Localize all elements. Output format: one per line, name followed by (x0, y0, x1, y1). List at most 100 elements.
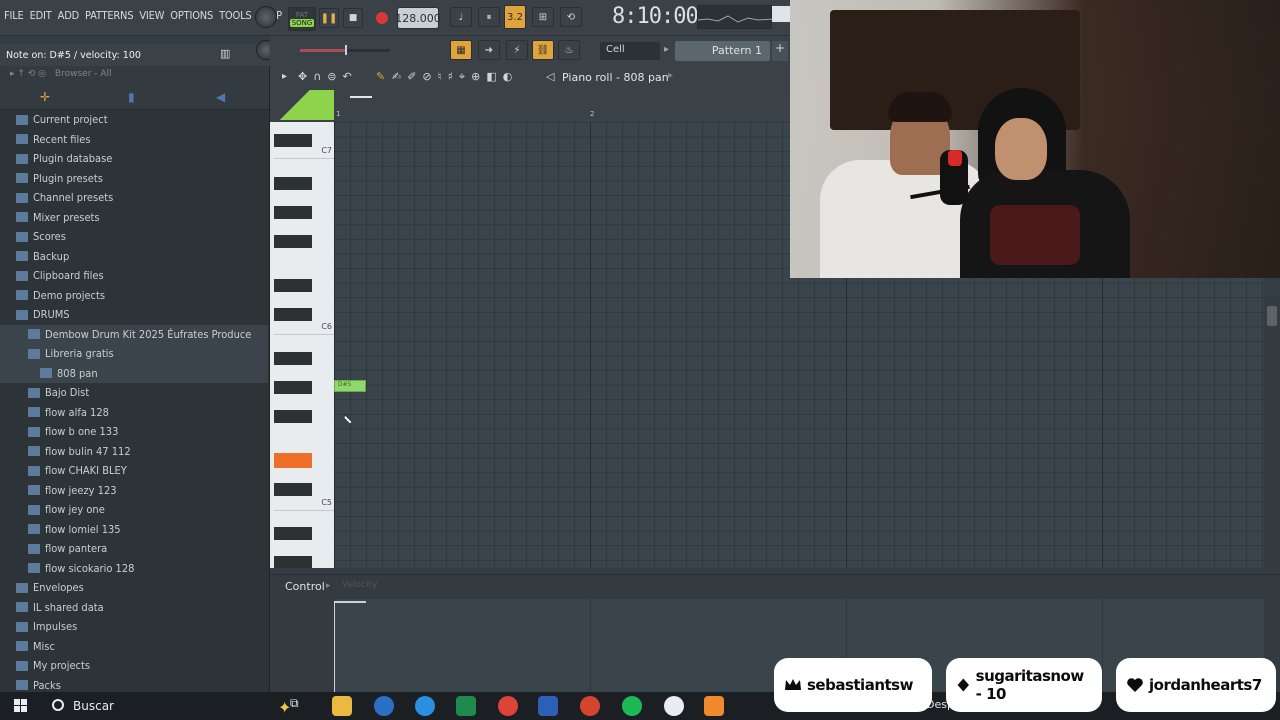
edit-tools-icons[interactable]: ✍✐⊘♮♯⌖⊕◧◐ (392, 70, 518, 84)
browser-item[interactable]: flow jey one (0, 500, 268, 520)
browser-item[interactable]: Backup (0, 247, 268, 267)
browser-item[interactable]: flow b one 133 (0, 422, 268, 442)
pattern-prev-icon[interactable]: ▸ (664, 44, 669, 55)
wait-button[interactable]: ⏸ (478, 7, 500, 27)
browser-nav-icon[interactable]: ▸ ↑ ⟲ ◎ (10, 69, 46, 79)
piano-icon[interactable]: ▥ (220, 47, 230, 60)
record-button[interactable] (372, 8, 392, 28)
pause-button[interactable]: ❚❚ (319, 8, 339, 28)
menu-tools[interactable]: TOOLS (219, 9, 252, 22)
velocity-bar[interactable] (334, 601, 366, 603)
add-folder-icon[interactable]: ✛ (40, 90, 50, 104)
black-key[interactable] (274, 410, 312, 423)
arrow-button[interactable]: ➜ (478, 40, 500, 60)
pencil-icon[interactable]: ✎ (376, 70, 390, 83)
stop-button[interactable]: ■ (343, 8, 363, 28)
browser-item[interactable]: Bajo Dist (0, 383, 268, 403)
browser-item[interactable]: Demo projects (0, 286, 268, 306)
browser-item[interactable]: flow CHAKI BLEY (0, 461, 268, 481)
control-label[interactable]: Control (285, 580, 325, 593)
excel-icon[interactable] (456, 696, 476, 716)
windows-start-icon[interactable] (14, 699, 28, 713)
browser-item[interactable]: Plugin database (0, 149, 268, 169)
speaker-icon[interactable]: ◀ (216, 90, 225, 104)
loop-record-button[interactable]: ⟲ (560, 7, 582, 27)
metronome-button[interactable]: ♩ (450, 7, 472, 27)
piano-keyboard[interactable]: C7 C6 C5 (270, 122, 334, 568)
black-key[interactable] (274, 308, 312, 321)
edge-icon[interactable] (374, 696, 394, 716)
browser-item[interactable]: flow bulin 47 112 (0, 442, 268, 462)
browser-item[interactable]: Libreria gratis (0, 344, 268, 364)
browser-item[interactable]: My projects (0, 656, 268, 676)
chrome-icon[interactable] (498, 696, 518, 716)
speaker-icon[interactable]: ◁ (546, 70, 554, 83)
loop-marker[interactable] (350, 96, 372, 98)
menu-patterns[interactable]: PATTERNS (85, 9, 133, 22)
black-key[interactable] (274, 556, 312, 568)
obs-icon[interactable] (664, 696, 684, 716)
file-icon[interactable]: ▮ (128, 90, 135, 104)
menu-add[interactable]: ADD (58, 9, 80, 22)
browser-item[interactable]: DRUMS (0, 305, 268, 325)
active-key[interactable] (274, 453, 312, 468)
black-key[interactable] (274, 527, 312, 540)
tempo-display[interactable]: 128.000 (395, 7, 441, 29)
black-key[interactable] (274, 381, 312, 394)
browser-item[interactable]: Envelopes (0, 578, 268, 598)
browser-item[interactable]: flow alfa 128 (0, 403, 268, 423)
pattern-select[interactable]: Pattern 1 (675, 41, 770, 61)
volume-slider-handle[interactable] (345, 45, 347, 55)
snap-select[interactable]: Cell (600, 42, 660, 60)
taskbar-search[interactable]: Buscar ✦ (48, 695, 291, 717)
control-arrow-icon[interactable]: ▸ (326, 581, 331, 591)
browser-item[interactable]: Recent files (0, 130, 268, 150)
black-key[interactable] (274, 483, 312, 496)
menu-edit[interactable]: EDIT (30, 9, 52, 22)
menu-view[interactable]: VIEW (139, 9, 164, 22)
fl-studio-icon[interactable] (704, 696, 724, 716)
browser-item[interactable]: Misc (0, 637, 268, 657)
plugin-button[interactable]: ⚡ (506, 40, 528, 60)
black-key[interactable] (274, 235, 312, 248)
browser-item[interactable]: Plugin presets (0, 169, 268, 189)
spotify-icon[interactable] (622, 696, 642, 716)
browser-icon[interactable] (415, 696, 435, 716)
master-volume-knob[interactable] (255, 6, 277, 28)
browser-item[interactable]: flow lomiel 135 (0, 520, 268, 540)
browser-item[interactable]: Impulses (0, 617, 268, 637)
browser-item[interactable]: Dembow Drum Kit 2025 Éufrates Produce (0, 324, 268, 344)
menu-options[interactable]: OPTIONS (170, 9, 213, 22)
task-view-icon[interactable]: ⧉ (290, 696, 310, 716)
pattern-song-toggle[interactable]: PAT SONG (288, 7, 316, 31)
browser-item[interactable]: Current project (0, 110, 268, 130)
add-pattern-button[interactable]: + (772, 41, 788, 61)
note-block[interactable]: D#5 (334, 380, 366, 392)
black-key[interactable] (274, 352, 312, 365)
menu-file[interactable]: FILE (4, 9, 24, 22)
blend-notes-button[interactable]: ⊞ (532, 7, 554, 27)
browser-item[interactable]: 808 pan (0, 363, 268, 383)
vertical-scrollbar[interactable] (1264, 296, 1280, 568)
browser-item[interactable]: flow pantera (0, 539, 268, 559)
mixer-button[interactable]: ♨ (558, 40, 580, 60)
black-key[interactable] (274, 206, 312, 219)
browser-item[interactable]: Scores (0, 227, 268, 247)
black-key[interactable] (274, 279, 312, 292)
link-button[interactable]: ⛓ (532, 40, 554, 60)
browser-item[interactable]: Channel presets (0, 188, 268, 208)
browser-item[interactable]: IL shared data (0, 598, 268, 618)
browser-item[interactable]: flow sicokario 128 (0, 559, 268, 579)
powerpoint-icon[interactable] (580, 696, 600, 716)
browser-item[interactable]: Clipboard files (0, 266, 268, 286)
file-explorer-icon[interactable] (332, 696, 352, 716)
word-icon[interactable] (538, 696, 558, 716)
piano-roll-button[interactable]: ▦ (450, 40, 472, 60)
countdown-button[interactable]: 3.2 (504, 5, 526, 29)
black-key[interactable] (274, 177, 312, 190)
black-key[interactable] (274, 134, 312, 147)
scrollbar-thumb[interactable] (1267, 306, 1277, 326)
menu-arrow-icon[interactable]: ▸ (282, 71, 287, 82)
browser-item[interactable]: flow jeezy 123 (0, 481, 268, 501)
browser-item[interactable]: Mixer presets (0, 208, 268, 228)
